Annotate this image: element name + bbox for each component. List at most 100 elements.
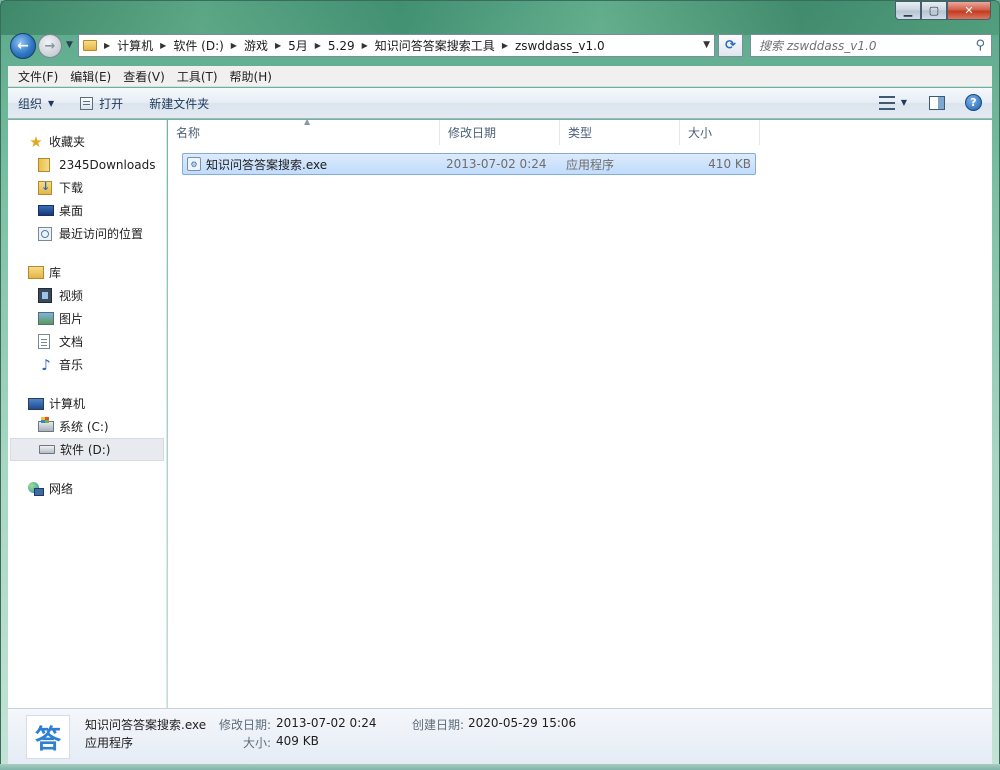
video-icon: [38, 288, 52, 303]
open-icon: [80, 96, 94, 110]
title-bar: [1, 1, 1000, 35]
pictures-icon: [38, 312, 54, 325]
forward-button[interactable]: →: [38, 34, 62, 58]
nav-label: 2345Downloads: [59, 157, 156, 172]
command-bar-right: ▼ ?: [878, 94, 982, 111]
new-folder-label: 新建文件夹: [149, 96, 210, 111]
breadcrumb-tool-folder[interactable]: 知识问答答案搜索工具: [375, 37, 495, 54]
network-icon: [28, 481, 44, 496]
libraries-group: 库 视频 图片 文档 ♪ 音乐: [8, 261, 166, 376]
nav-label: 系统 (C:): [59, 420, 109, 434]
search-icon[interactable]: ⚲: [975, 38, 985, 53]
navigation-pane: ★ 收藏夹 2345Downloads 下载 桌面 最近访问的位置 库 视频: [8, 120, 167, 708]
view-dropdown-icon[interactable]: ▼: [901, 98, 907, 107]
search-box[interactable]: ⚲: [750, 34, 992, 57]
column-header-type[interactable]: 类型: [560, 120, 680, 145]
refresh-button[interactable]: ⟳: [718, 34, 743, 57]
view-list-icon[interactable]: [878, 95, 895, 110]
breadcrumb-may[interactable]: 5月: [288, 37, 308, 54]
breadcrumb-5-29[interactable]: 5.29: [328, 39, 355, 53]
nav-item-drive-c[interactable]: 系统 (C:): [8, 415, 166, 438]
column-label: 大小: [688, 126, 713, 140]
breadcrumb-games[interactable]: 游戏: [244, 37, 268, 54]
nav-label: 软件 (D:): [60, 443, 111, 457]
details-filetype: 应用程序: [85, 736, 134, 750]
desktop-icon: [38, 205, 54, 216]
nav-item-desktop[interactable]: 桌面: [8, 199, 166, 222]
details-filename: 知识问答答案搜索.exe: [85, 718, 207, 732]
document-icon: [38, 334, 50, 349]
breadcrumb-separator[interactable]: ▶: [104, 41, 110, 50]
breadcrumb-computer[interactable]: 计算机: [117, 37, 153, 54]
preview-pane-icon[interactable]: [929, 95, 945, 110]
details-pane: 答 知识问答答案搜索.exe 应用程序 修改日期: 2013-07-02 0:2…: [8, 708, 992, 764]
breadcrumb-separator[interactable]: ▶: [231, 41, 237, 50]
app-logo-icon: 答: [34, 724, 61, 755]
nav-favorites[interactable]: ★ 收藏夹: [8, 130, 166, 153]
open-button[interactable]: 打开: [80, 95, 123, 112]
file-list-pane: ▲ 名称 修改日期 类型 大小 ⚙ 知识问答答案搜索.exe 2013-07-0…: [168, 117, 992, 708]
address-dropdown-icon[interactable]: ▼: [703, 40, 710, 50]
nav-label: 音乐: [59, 358, 84, 372]
help-icon[interactable]: ?: [965, 94, 982, 111]
menu-view[interactable]: 查看(V): [117, 68, 171, 85]
nav-label: 下载: [59, 181, 84, 195]
open-label: 打开: [99, 96, 124, 111]
menu-edit[interactable]: 编辑(E): [64, 68, 117, 85]
nav-label: 计算机: [49, 397, 86, 411]
minimize-button[interactable]: ▁: [895, 1, 921, 20]
file-name: 知识问答答案搜索.exe: [206, 157, 328, 172]
system-drive-icon: [38, 417, 54, 432]
search-input[interactable]: [759, 38, 959, 53]
recent-pages-dropdown[interactable]: ▼: [66, 40, 73, 50]
downloads-icon: [38, 180, 52, 195]
nav-item-pictures[interactable]: 图片: [8, 307, 166, 330]
nav-label: 库: [49, 266, 62, 280]
nav-label: 文档: [59, 335, 84, 349]
column-headers: ▲ 名称 修改日期 类型 大小: [168, 117, 992, 145]
maximize-button[interactable]: ▢: [921, 1, 947, 20]
column-header-name[interactable]: ▲ 名称: [168, 117, 440, 145]
nav-item-downloads[interactable]: 下载: [8, 176, 166, 199]
nav-item-music[interactable]: ♪ 音乐: [8, 353, 166, 376]
file-row[interactable]: ⚙ 知识问答答案搜索.exe 2013-07-02 0:24 应用程序 410 …: [182, 153, 756, 175]
details-size-label: 大小:: [243, 736, 272, 750]
menu-tools[interactable]: 工具(T): [171, 68, 224, 85]
star-icon: ★: [29, 132, 43, 151]
new-folder-button[interactable]: 新建文件夹: [149, 95, 209, 112]
nav-item-2345downloads[interactable]: 2345Downloads: [8, 153, 166, 176]
breadcrumb-separator[interactable]: ▶: [315, 41, 321, 50]
menu-help[interactable]: 帮助(H): [224, 68, 278, 85]
forward-arrow-icon: →: [44, 38, 56, 54]
details-created-value: 2020-05-29 15:06: [468, 716, 577, 730]
breadcrumb-separator[interactable]: ▶: [160, 41, 166, 50]
nav-item-drive-d[interactable]: 软件 (D:): [10, 438, 164, 461]
breadcrumb-drive-d[interactable]: 软件 (D:): [173, 37, 223, 54]
hard-drive-icon: [39, 445, 55, 454]
nav-network[interactable]: 网络: [8, 477, 166, 500]
music-icon: ♪: [41, 355, 51, 374]
chevron-down-icon: ▼: [48, 98, 55, 108]
nav-libraries[interactable]: 库: [8, 261, 166, 284]
column-header-size[interactable]: 大小: [680, 120, 760, 145]
nav-item-recent-places[interactable]: 最近访问的位置: [8, 222, 166, 245]
command-bar: 组织 ▼ 打开 新建文件夹 ▼ ?: [8, 88, 992, 119]
nav-item-videos[interactable]: 视频: [8, 284, 166, 307]
breadcrumb-separator[interactable]: ▶: [502, 41, 508, 50]
address-bar[interactable]: ▶ 计算机 ▶ 软件 (D:) ▶ 游戏 ▶ 5月 ▶ 5.29 ▶ 知识问答答…: [78, 34, 715, 57]
nav-computer[interactable]: 计算机: [8, 392, 166, 415]
nav-label: 最近访问的位置: [59, 227, 144, 241]
column-header-date[interactable]: 修改日期: [440, 120, 560, 145]
column-label: 修改日期: [448, 126, 497, 140]
breadcrumb-separator[interactable]: ▶: [362, 41, 368, 50]
organize-button[interactable]: 组织 ▼: [18, 95, 54, 112]
breadcrumb-separator[interactable]: ▶: [275, 41, 281, 50]
nav-item-documents[interactable]: 文档: [8, 330, 166, 353]
breadcrumb-current-folder[interactable]: zswddass_v1.0: [515, 39, 605, 53]
nav-label: 收藏夹: [49, 135, 86, 149]
nav-label: 网络: [49, 482, 74, 496]
folder-icon: [83, 40, 97, 51]
menu-file[interactable]: 文件(F): [12, 68, 64, 85]
close-button[interactable]: ✕: [947, 1, 991, 20]
back-button[interactable]: ←: [10, 33, 36, 59]
